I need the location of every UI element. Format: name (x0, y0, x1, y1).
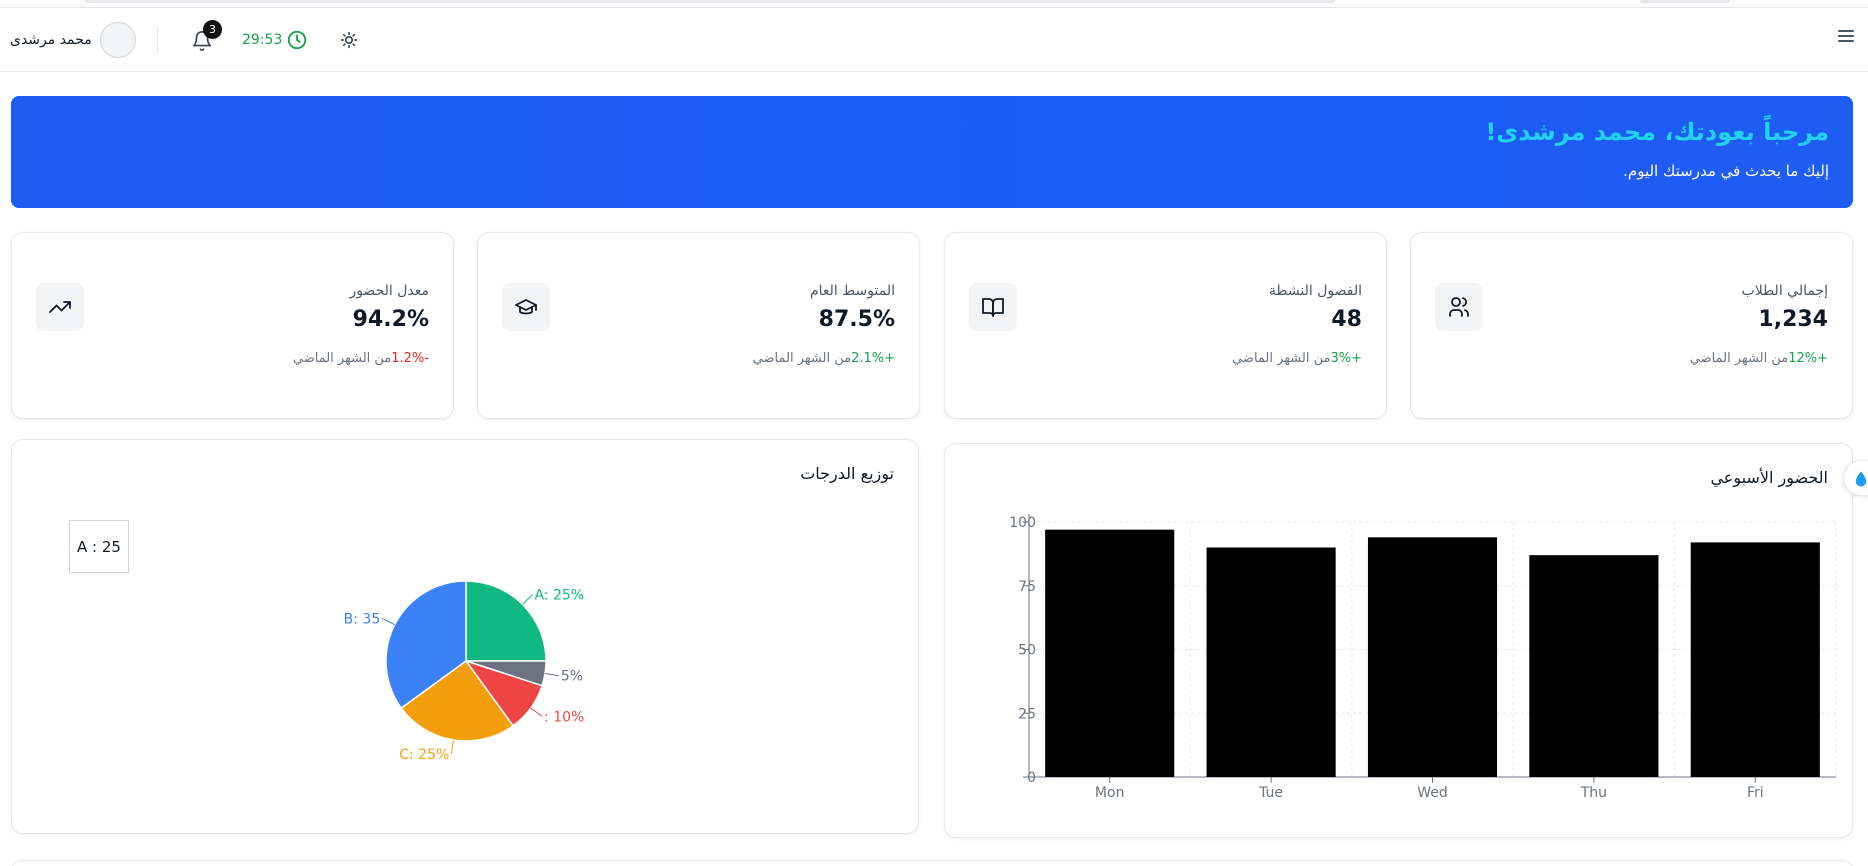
stat-icon-box (36, 283, 84, 331)
stat-label: إجمالي الطلاب (1741, 283, 1828, 299)
y-tick-label: 25 (1018, 706, 1036, 722)
notification-badge: 3 (203, 20, 222, 39)
stat-trend: +3%من الشهر الماضي (1232, 351, 1362, 366)
stat-label: معدل الحضور (349, 283, 429, 299)
pie-label-line (522, 594, 533, 605)
x-tick-label: Wed (1417, 785, 1448, 801)
pie-label-line (544, 673, 559, 677)
stat-label: الفصول النشطة (1268, 283, 1362, 299)
stat-icon-box (1435, 283, 1483, 331)
welcome-banner: مرحباً بعودتك، محمد مرشدى! إليك ما يحدث … (11, 96, 1853, 208)
stat-label: المتوسط العام (809, 283, 895, 299)
stat-trend: +12%من الشهر الماضي (1690, 351, 1828, 366)
trending-up-icon (49, 301, 71, 313)
stat-card-attendance-rate: معدل الحضور 94.2% -1.2%من الشهر الماضي (11, 232, 454, 419)
top-header: محمد مرشدى 3 29:53 (0, 8, 1868, 72)
stat-value: 48 (1331, 307, 1362, 332)
x-tick-label: Tue (1258, 785, 1283, 801)
top-strip-tab (85, 0, 1335, 3)
stat-change-text: من الشهر الماضي (1232, 351, 1331, 366)
graduation-cap-icon (515, 299, 537, 315)
y-tick-label: 0 (1027, 770, 1036, 786)
stat-change: +12% (1788, 351, 1828, 366)
pie-label: B: 35 (344, 611, 381, 627)
x-tick-label: Fri (1747, 785, 1764, 801)
stat-change: +2.1% (851, 351, 895, 366)
y-tick-label: 75 (1018, 579, 1036, 595)
weekly-attendance-panel: الحضور الأسبوعي 0 25 50 75 100 Mon Tue Wed Thu Fr… (944, 443, 1853, 838)
y-tick-label: 50 (1018, 643, 1036, 659)
theme-toggle-sun-icon[interactable] (338, 29, 360, 51)
stat-change-text: من الشهر الماضي (1689, 351, 1789, 366)
pie-label: A: 25% (534, 588, 584, 604)
stat-card-total-students: إجمالي الطلاب 1,234 +12%من الشهر الماضي (1410, 232, 1853, 419)
x-tick-label: Mon (1095, 785, 1125, 801)
avatar[interactable] (100, 22, 136, 58)
next-section-edge (11, 860, 1853, 866)
stat-value: 87.5% (818, 307, 895, 332)
stat-card-active-classes: الفصول النشطة 48 +3%من الشهر الماضي (944, 232, 1387, 419)
pie-label-line (530, 707, 543, 717)
bar-Thu[interactable] (1529, 555, 1659, 777)
stat-card-overall-average: المتوسط العام 87.5% +2.1%من الشهر الماضي (477, 232, 920, 419)
users-icon (1449, 297, 1469, 317)
book-icon (982, 298, 1004, 317)
header-divider (157, 26, 158, 54)
menu-icon[interactable] (1838, 30, 1854, 46)
pie-label: : 10% (544, 709, 584, 725)
stat-icon-box (969, 283, 1017, 331)
stat-icon-box (502, 283, 550, 331)
y-tick-label: 100 (1009, 515, 1036, 531)
stat-trend: -1.2%من الشهر الماضي (293, 351, 429, 366)
stat-change: -1.2% (391, 351, 429, 366)
bar-Wed[interactable] (1367, 537, 1498, 777)
x-tick-label: Thu (1580, 785, 1607, 801)
top-strip (0, 0, 1868, 8)
pie-label: C: 25% (399, 747, 449, 763)
bar-Mon[interactable] (1045, 529, 1175, 777)
bar-Fri[interactable] (1690, 542, 1820, 777)
stat-change-text: من الشهر الماضي (292, 351, 392, 366)
grades-distribution-panel: توزيع الدرجات A : 25 A: 25% 5%: 10% C: 25%… (11, 439, 919, 834)
stat-change: +3% (1330, 351, 1362, 366)
stat-change-text: من الشهر الماضي (752, 351, 852, 366)
grades-pie-chart: A: 25% 5% : 10% C: 25% B: 35 (344, 580, 584, 763)
pie-label: 5% (561, 669, 583, 685)
welcome-title: مرحباً بعودتك، محمد مرشدى! (1485, 118, 1829, 146)
stat-value: 1,234 (1758, 307, 1828, 332)
pie-label-line (382, 617, 395, 626)
bar-Tue[interactable] (1206, 547, 1336, 778)
stat-value: 94.2% (352, 307, 429, 332)
user-name[interactable]: محمد مرشدى (10, 32, 92, 48)
attendance-bar-chart: 0 25 50 75 100 Mon Tue Wed Thu Fri (1009, 514, 1837, 801)
session-timer: 29:53 (242, 32, 283, 48)
pie-label-line (450, 739, 454, 754)
top-strip-tab (1640, 0, 1730, 3)
stat-trend: +2.1%من الشهر الماضي (753, 351, 895, 366)
droplet-icon (1855, 471, 1867, 487)
clock-icon (287, 30, 307, 50)
welcome-subtitle: إليك ما يحدث في مدرستك اليوم. (1623, 162, 1829, 180)
